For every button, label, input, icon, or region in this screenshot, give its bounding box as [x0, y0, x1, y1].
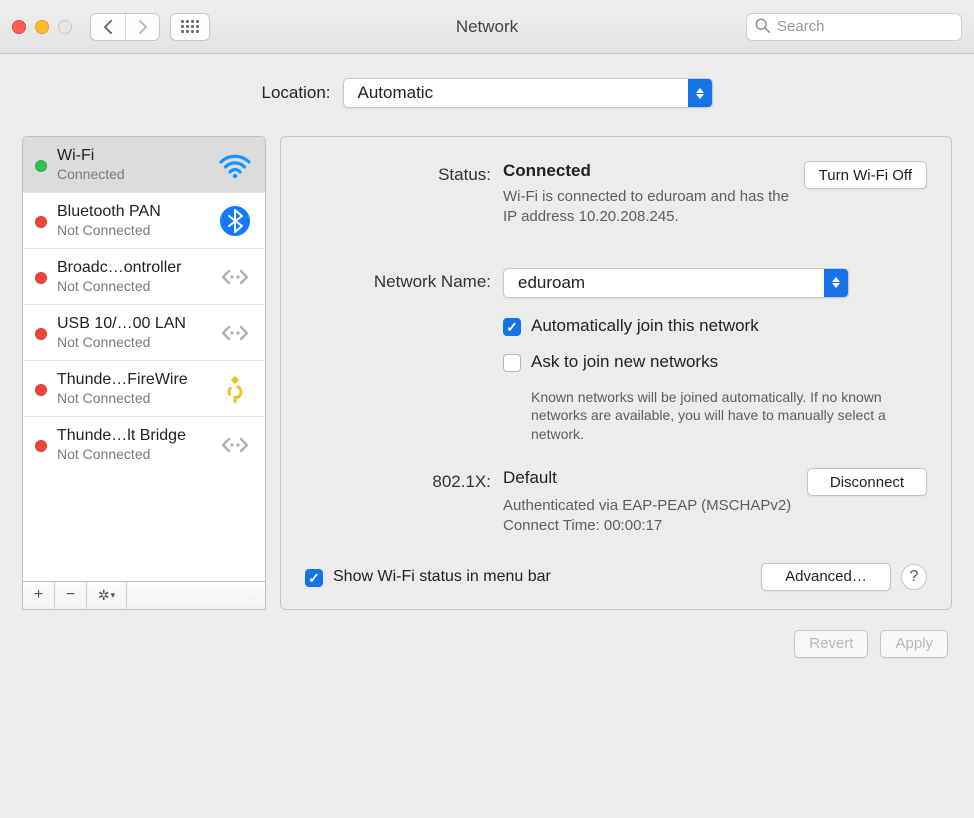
status-value: Connected	[503, 161, 591, 180]
detail-panel: Status: Connected Wi-Fi is connected to …	[280, 136, 952, 610]
ask-join-row: Ask to join new networks Known networks …	[503, 352, 927, 445]
service-item-status: Not Connected	[57, 278, 207, 294]
service-item-name: Thunde…FireWire	[57, 371, 207, 389]
search-input[interactable]	[746, 13, 962, 41]
apply-button[interactable]: Apply	[880, 630, 948, 658]
advanced-button[interactable]: Advanced…	[761, 563, 891, 591]
revert-button[interactable]: Revert	[794, 630, 868, 658]
service-item-status: Connected	[57, 166, 207, 182]
disconnect-button[interactable]: Disconnect	[807, 468, 927, 496]
location-label: Location:	[262, 83, 331, 103]
network-name-select[interactable]: eduroam	[503, 268, 849, 298]
status-dot-icon	[35, 384, 47, 396]
ethernet-icon	[217, 430, 253, 460]
dot1x-value: Default	[503, 468, 557, 487]
wifi-icon	[217, 150, 253, 180]
service-item-name: Thunde…lt Bridge	[57, 427, 207, 445]
traffic-lights	[12, 20, 72, 34]
show-all-prefs-button[interactable]	[170, 13, 210, 41]
ethernet-icon	[217, 318, 253, 348]
dot1x-time-desc: Connect Time: 00:00:17	[503, 516, 795, 536]
service-item-status: Not Connected	[57, 390, 207, 406]
page-actions: Revert Apply	[22, 630, 952, 658]
status-dot-icon	[35, 440, 47, 452]
service-item-name: Broadc…ontroller	[57, 259, 207, 277]
nav-back-button[interactable]	[91, 14, 125, 40]
bluetooth-icon	[217, 206, 253, 236]
ask-join-checkbox[interactable]	[503, 354, 521, 372]
show-menubar-label: Show Wi-Fi status in menu bar	[333, 568, 551, 586]
auto-join-row: Automatically join this network	[503, 316, 927, 336]
firewire-icon	[217, 374, 253, 404]
search-icon	[754, 17, 772, 35]
service-item-status: Not Connected	[57, 222, 207, 238]
status-dot-icon	[35, 272, 47, 284]
service-item-name: Bluetooth PAN	[57, 203, 207, 221]
close-window-button[interactable]	[12, 20, 26, 34]
location-select[interactable]: Automatic	[343, 78, 713, 108]
service-item-broadcom[interactable]: Broadc…ontroller Not Connected	[23, 249, 265, 305]
auto-join-label: Automatically join this network	[531, 316, 759, 336]
status-dot-icon	[35, 216, 47, 228]
help-button[interactable]: ?	[901, 564, 927, 590]
service-item-thunderbolt[interactable]: Thunde…lt Bridge Not Connected	[23, 417, 265, 472]
detail-bottom-row: Show Wi-Fi status in menu bar Advanced… …	[305, 547, 927, 591]
service-item-status: Not Connected	[57, 446, 207, 462]
status-dot-icon	[35, 328, 47, 340]
location-select-value: Automatic	[344, 83, 448, 103]
ask-join-label: Ask to join new networks	[531, 352, 718, 372]
location-select-stepper-icon	[688, 79, 712, 107]
status-label: Status:	[305, 161, 503, 189]
service-list-actions: + − ✲▾	[22, 582, 266, 610]
service-options-button[interactable]: ✲▾	[87, 582, 127, 609]
service-item-wifi[interactable]: Wi-Fi Connected	[23, 137, 265, 193]
apps-grid-icon	[181, 20, 199, 34]
gear-icon: ✲	[98, 587, 110, 604]
dot1x-label: 802.1X:	[305, 468, 503, 496]
nav-back-forward	[90, 13, 160, 41]
network-name-row: Network Name: eduroam Automatically join…	[305, 268, 927, 445]
service-item-name: Wi-Fi	[57, 147, 207, 165]
location-row: Location: Automatic	[22, 78, 952, 108]
status-row: Status: Connected Wi-Fi is connected to …	[305, 161, 927, 228]
service-item-status: Not Connected	[57, 334, 207, 350]
status-description: Wi-Fi is connected to eduroam and has th…	[503, 187, 792, 228]
turn-wifi-off-button[interactable]: Turn Wi-Fi Off	[804, 161, 927, 189]
nav-forward-button[interactable]	[125, 14, 159, 40]
service-item-bluetooth[interactable]: Bluetooth PAN Not Connected	[23, 193, 265, 249]
ask-join-description: Known networks will be joined automatica…	[531, 388, 927, 445]
network-name-label: Network Name:	[305, 268, 503, 296]
window-toolbar: Network	[0, 0, 974, 54]
remove-service-button[interactable]: −	[55, 582, 87, 609]
services-sidebar: Wi-Fi Connected	[22, 136, 266, 610]
minimize-window-button[interactable]	[35, 20, 49, 34]
service-item-firewire[interactable]: Thunde…FireWire Not Connected	[23, 361, 265, 417]
dot1x-row: 802.1X: Default Authenticated via EAP-PE…	[305, 468, 927, 537]
service-item-name: USB 10/…00 LAN	[57, 315, 207, 333]
network-name-value: eduroam	[504, 273, 599, 293]
add-service-button[interactable]: +	[23, 582, 55, 609]
service-item-usb-lan[interactable]: USB 10/…00 LAN Not Connected	[23, 305, 265, 361]
list-actions-spacer	[127, 582, 265, 609]
zoom-window-button[interactable]	[58, 20, 72, 34]
network-select-stepper-icon	[824, 269, 848, 297]
status-dot-icon	[35, 160, 47, 172]
ethernet-icon	[217, 262, 253, 292]
dot1x-auth-desc: Authenticated via EAP-PEAP (MSCHAPv2)	[503, 496, 795, 516]
show-menubar-checkbox[interactable]	[305, 569, 323, 587]
search-field-wrap	[746, 13, 962, 41]
auto-join-checkbox[interactable]	[503, 318, 521, 336]
service-list: Wi-Fi Connected	[22, 136, 266, 582]
